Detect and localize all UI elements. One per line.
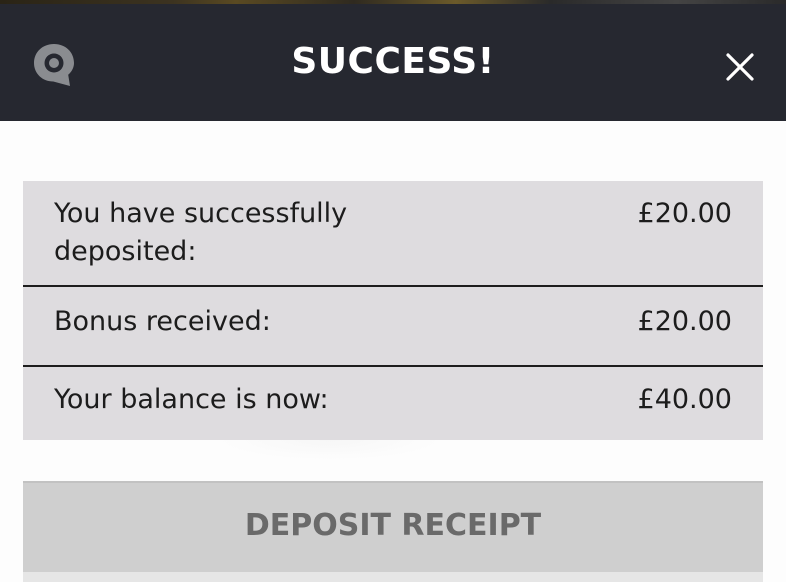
modal-title: SUCCESS! xyxy=(291,41,495,82)
balance-row: Your balance is now: £40.00 xyxy=(23,381,763,419)
bonus-label: Bonus received: xyxy=(54,306,271,337)
deposit-receipt-button[interactable]: DEPOSIT RECEIPT xyxy=(23,481,763,572)
deposit-success-modal: SUCCESS! You have successfully deposited… xyxy=(0,0,786,582)
balance-value: £40.00 xyxy=(637,384,732,415)
deposit-amount-label: You have successfully deposited: xyxy=(54,198,348,267)
deposit-summary-table: You have successfully deposited: £20.00 … xyxy=(23,181,763,440)
close-icon[interactable] xyxy=(718,44,762,88)
row-divider xyxy=(23,365,763,367)
bonus-row: Bonus received: £20.00 xyxy=(23,303,763,341)
balance-label: Your balance is now: xyxy=(54,384,329,415)
row-divider xyxy=(23,285,763,287)
bonus-value: £20.00 xyxy=(637,306,732,337)
bottom-edge xyxy=(23,572,763,582)
modal-header: SUCCESS! xyxy=(0,4,786,121)
deposit-amount-row: You have successfully deposited: £20.00 xyxy=(23,195,763,285)
deposit-amount-value: £20.00 xyxy=(637,198,732,229)
